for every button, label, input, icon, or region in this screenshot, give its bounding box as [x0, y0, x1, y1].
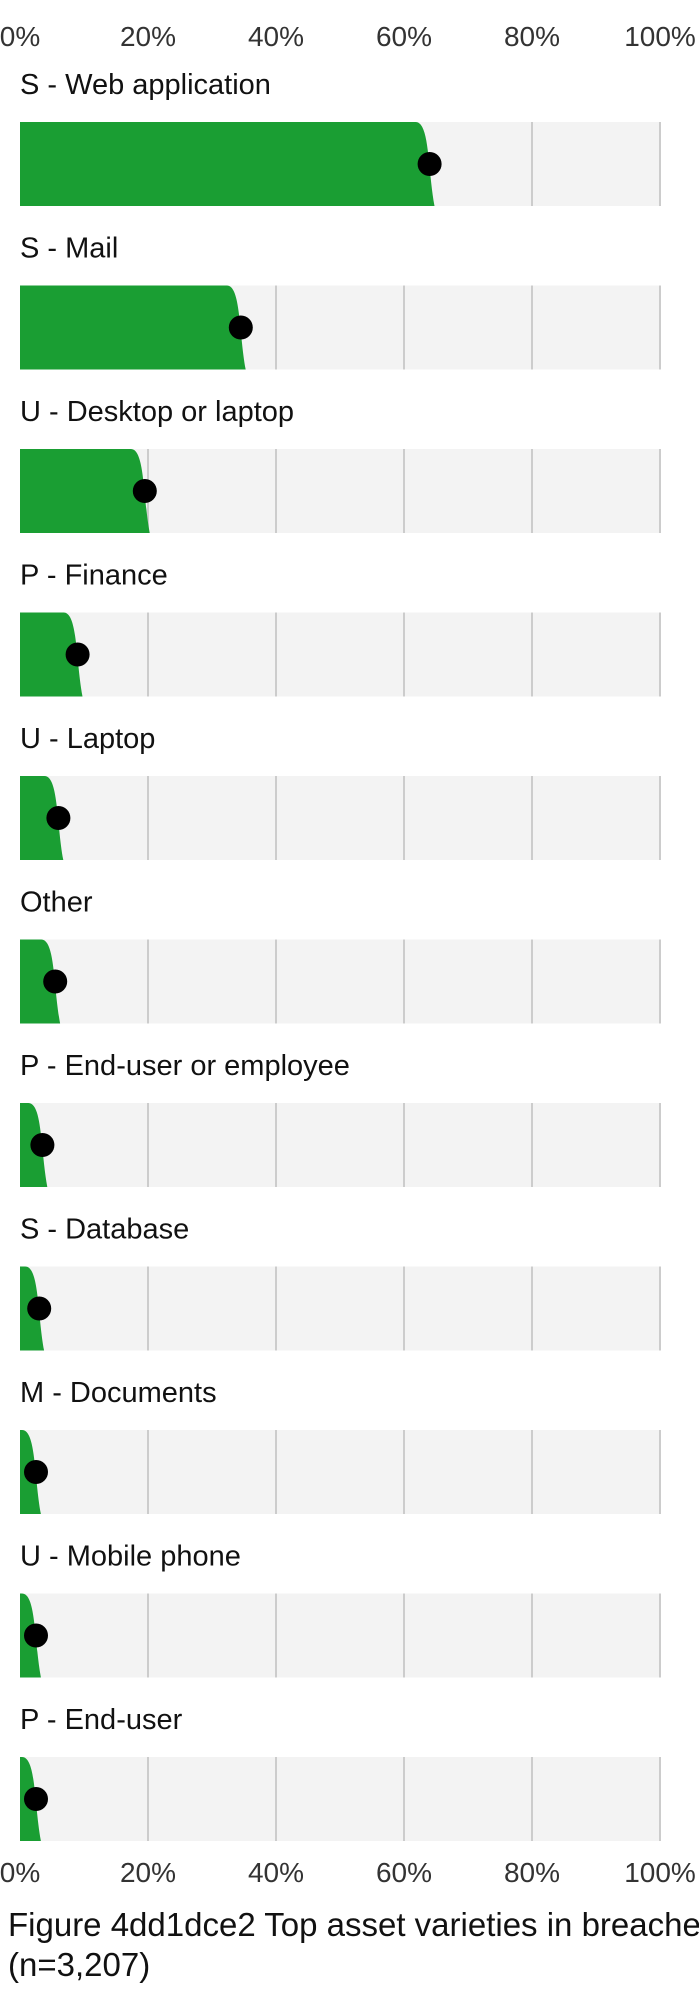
bar-track — [20, 776, 660, 860]
value-point — [46, 806, 71, 830]
x-axis-top: 0% 20% 40% 60% 80% 100% — [0, 21, 696, 52]
category-label: Other — [20, 887, 93, 919]
category-label: P - Finance — [20, 560, 168, 592]
bar-track — [20, 1266, 660, 1351]
value-point — [24, 1787, 48, 1811]
bar-row: Other — [20, 887, 661, 1024]
category-label: U - Mobile phone — [20, 1541, 241, 1573]
bar-row: S - Web application — [20, 69, 661, 206]
value-point — [65, 642, 90, 667]
x-tick-label-top: 60% — [376, 21, 432, 52]
category-label: S - Web application — [20, 69, 271, 101]
value-point — [417, 152, 442, 176]
figure-caption: Figure 4dd1dce2 Top asset varieties in b… — [8, 1905, 699, 1985]
bar-track — [20, 1757, 660, 1841]
bar-row: P - Finance — [20, 560, 661, 697]
bar — [20, 285, 246, 370]
bar — [20, 122, 435, 206]
bar-row: U - Laptop — [20, 723, 661, 860]
x-tick-label-bottom: 0% — [0, 1857, 40, 1888]
category-label: S - Mail — [20, 233, 118, 265]
bar-row: M - Documents — [20, 1377, 661, 1514]
category-label: P - End-user — [20, 1704, 183, 1736]
chart-root: 0% 20% 40% 60% 80% 100% S - Web application S … — [0, 0, 699, 2011]
x-tick-label-bottom: 80% — [504, 1857, 560, 1888]
category-label: S - Database — [20, 1214, 189, 1246]
x-axis-bottom: 0% 20% 40% 60% 80% 100% — [0, 1857, 696, 1888]
value-point — [24, 1623, 48, 1648]
category-label: M - Documents — [20, 1377, 217, 1409]
bar-row: U - Mobile phone — [20, 1541, 661, 1678]
bar-row: U - Desktop or laptop — [20, 396, 661, 533]
bar-rows: S - Web application S - Mail U - Desktop o… — [20, 69, 661, 1841]
bar-track — [20, 1593, 660, 1678]
value-point — [43, 969, 68, 994]
value-point — [27, 1296, 52, 1321]
bar-row: S - Mail — [20, 233, 661, 370]
x-tick-label-top: 100% — [624, 21, 696, 52]
x-tick-label-top: 80% — [504, 21, 560, 52]
caption-line-1: Figure 4dd1dce2 Top asset varieties in b… — [8, 1906, 699, 1943]
value-point — [24, 1460, 48, 1484]
bar-track — [20, 1103, 660, 1187]
x-tick-label-top: 20% — [120, 21, 176, 52]
category-label: P - End-user or employee — [20, 1050, 350, 1082]
bar-row: P - End-user or employee — [20, 1050, 661, 1187]
category-label: U - Laptop — [20, 723, 155, 755]
x-tick-label-bottom: 100% — [624, 1857, 696, 1888]
value-point — [30, 1133, 55, 1157]
caption-line-2: (n=3,207) — [8, 1946, 151, 1983]
bar-track — [20, 612, 660, 697]
bar-row: S - Database — [20, 1214, 661, 1351]
x-tick-label-top: 40% — [248, 21, 304, 52]
value-point — [132, 479, 157, 503]
bar — [20, 449, 150, 533]
value-point — [228, 315, 253, 340]
bar-track — [20, 1430, 660, 1514]
x-tick-label-bottom: 60% — [376, 1857, 432, 1888]
chart-svg: 0% 20% 40% 60% 80% 100% S - Web applicationS … — [0, 21, 696, 1888]
x-tick-label-top: 0% — [0, 21, 40, 52]
bar-track — [20, 939, 660, 1024]
bar-row: P - End-user — [20, 1704, 661, 1841]
x-tick-label-bottom: 20% — [120, 1857, 176, 1888]
category-label: U - Desktop or laptop — [20, 396, 294, 428]
x-tick-label-bottom: 40% — [248, 1857, 304, 1888]
